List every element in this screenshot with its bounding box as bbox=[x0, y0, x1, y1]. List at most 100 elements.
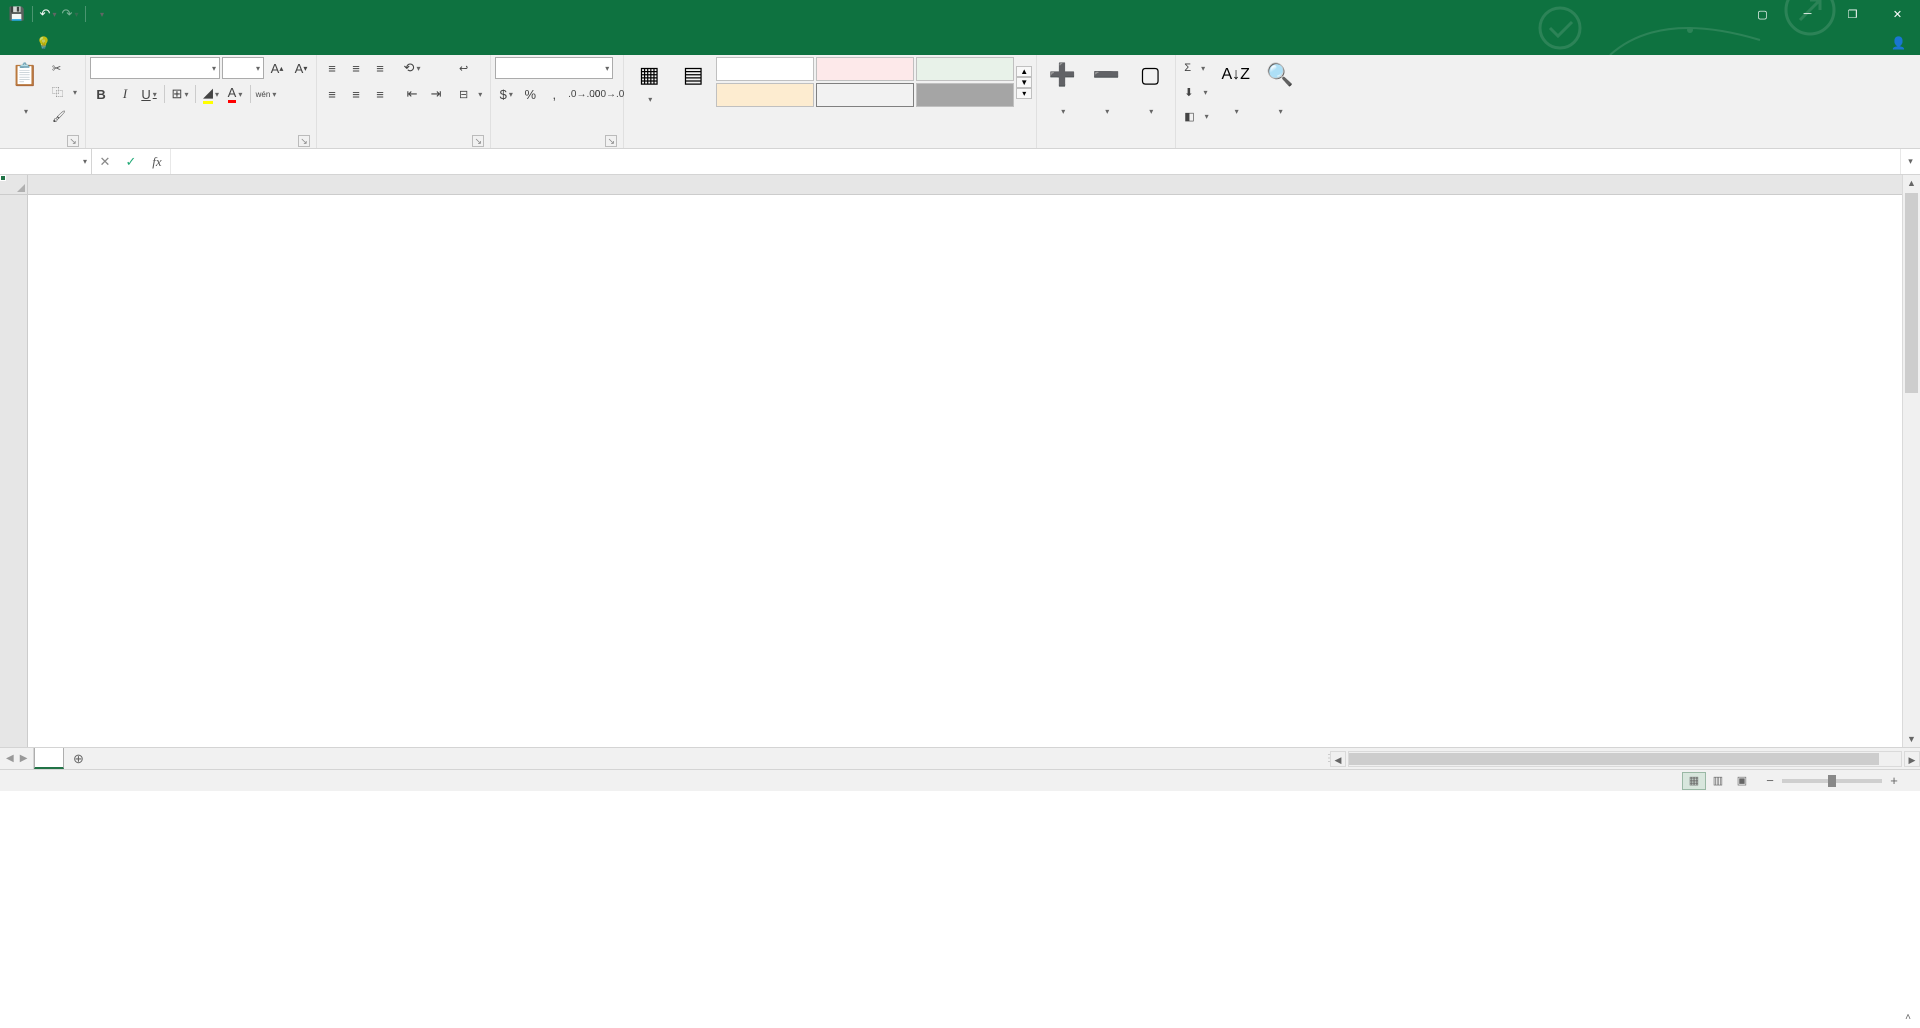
tab-file[interactable] bbox=[0, 30, 28, 55]
font-launcher[interactable]: ↘ bbox=[298, 135, 310, 147]
merge-center-button[interactable]: ⊟▾ bbox=[455, 83, 486, 105]
ribbon-display-options-icon[interactable]: ▢ bbox=[1740, 0, 1785, 28]
redo-icon[interactable]: ↷▾ bbox=[61, 5, 79, 23]
italic-button[interactable]: I bbox=[114, 83, 136, 105]
font-color-button[interactable]: A▾ bbox=[224, 83, 246, 105]
fill-button[interactable]: ⬇▾ bbox=[1180, 81, 1212, 103]
style-check[interactable] bbox=[916, 83, 1014, 107]
bold-button[interactable]: B bbox=[90, 83, 112, 105]
increase-font-icon[interactable]: A▴ bbox=[266, 57, 288, 79]
gallery-down-icon[interactable]: ▼ bbox=[1016, 77, 1032, 88]
delete-cells-icon: ➖ bbox=[1090, 59, 1122, 91]
formula-input[interactable] bbox=[171, 149, 1900, 174]
name-box[interactable]: ▾ bbox=[0, 149, 92, 174]
format-painter-button[interactable]: 🖌 bbox=[48, 105, 81, 127]
align-middle-icon[interactable]: ≡ bbox=[345, 57, 367, 79]
copy-button[interactable]: ⿻▾ bbox=[48, 81, 81, 103]
align-center-icon[interactable]: ≡ bbox=[345, 83, 367, 105]
align-top-icon[interactable]: ≡ bbox=[321, 57, 343, 79]
gallery-up-icon[interactable]: ▲ bbox=[1016, 66, 1032, 77]
scroll-right-icon[interactable]: ▶ bbox=[1904, 751, 1920, 767]
border-button[interactable]: ⊞▾ bbox=[169, 83, 191, 105]
view-page-layout-icon[interactable]: ▥ bbox=[1706, 772, 1730, 790]
zoom-out-button[interactable]: − bbox=[1762, 773, 1778, 788]
align-right-icon[interactable]: ≡ bbox=[369, 83, 391, 105]
h-scroll-thumb[interactable] bbox=[1349, 753, 1879, 765]
sort-filter-button[interactable]: A↓Z▾ bbox=[1215, 57, 1257, 118]
wrap-text-button[interactable]: ↩ bbox=[455, 57, 486, 79]
insert-function-icon[interactable]: fx bbox=[144, 149, 170, 174]
paste-button[interactable]: 📋 ▾ bbox=[4, 57, 46, 118]
fill-color-button[interactable]: ◢▾ bbox=[200, 83, 222, 105]
decrease-indent-icon[interactable]: ⇤ bbox=[401, 83, 423, 105]
sheet-nav-next-icon[interactable]: ▶ bbox=[20, 753, 28, 764]
cancel-formula-icon[interactable]: ✕ bbox=[92, 149, 118, 174]
accounting-format-icon[interactable]: $▾ bbox=[495, 83, 517, 105]
style-good[interactable] bbox=[916, 57, 1014, 81]
tell-me-search[interactable]: 💡 bbox=[36, 30, 55, 55]
decrease-font-icon[interactable]: A▾ bbox=[290, 57, 312, 79]
font-name-select[interactable]: ▾ bbox=[90, 57, 220, 79]
vertical-scrollbar[interactable]: ▲ ▼ bbox=[1902, 175, 1920, 747]
enter-formula-icon[interactable]: ✓ bbox=[118, 149, 144, 174]
align-bottom-icon[interactable]: ≡ bbox=[369, 57, 391, 79]
fill-handle[interactable] bbox=[0, 175, 6, 181]
scroll-up-icon[interactable]: ▲ bbox=[1903, 175, 1920, 191]
collapse-ribbon-icon[interactable]: ˄ bbox=[1900, 1012, 1916, 1026]
view-normal-icon[interactable]: ▦ bbox=[1682, 772, 1706, 790]
formula-bar: ▾ ✕ ✓ fx ▾ bbox=[0, 149, 1920, 175]
share-button[interactable]: 👤 bbox=[1891, 30, 1910, 55]
cut-button[interactable]: ✂ bbox=[48, 57, 81, 79]
scroll-left-icon[interactable]: ◀ bbox=[1330, 751, 1346, 767]
comma-format-icon[interactable]: , bbox=[543, 83, 565, 105]
clipboard-launcher[interactable]: ↘ bbox=[67, 135, 79, 147]
v-scroll-thumb[interactable] bbox=[1905, 193, 1918, 393]
ribbon: 📋 ▾ ✂ ⿻▾ 🖌 ↘ ▾ ▾ A▴ A▾ B I U▾ bbox=[0, 55, 1920, 149]
minimize-button[interactable]: ─ bbox=[1785, 0, 1830, 28]
zoom-control: − + bbox=[1762, 773, 1912, 788]
style-bad[interactable] bbox=[816, 57, 914, 81]
gallery-more-icon[interactable]: ▾ bbox=[1016, 88, 1032, 99]
conditional-format-button[interactable]: ▦ ▾ bbox=[628, 57, 670, 106]
scroll-down-icon[interactable]: ▼ bbox=[1903, 731, 1920, 747]
sheet-nav-prev-icon[interactable]: ◀ bbox=[6, 753, 14, 764]
format-cells-button[interactable]: ▢▾ bbox=[1129, 57, 1171, 118]
font-size-select[interactable]: ▾ bbox=[222, 57, 264, 79]
style-neutral[interactable] bbox=[716, 83, 814, 107]
expand-formula-bar-icon[interactable]: ▾ bbox=[1900, 149, 1920, 174]
maximize-button[interactable]: ❐ bbox=[1830, 0, 1875, 28]
horizontal-scrollbar[interactable]: ◀ ▶ bbox=[1330, 748, 1920, 769]
phonetic-guide-button[interactable]: wén▾ bbox=[255, 83, 277, 105]
save-icon[interactable]: 💾 bbox=[8, 5, 26, 23]
insert-cells-button[interactable]: ➕▾ bbox=[1041, 57, 1083, 118]
orientation-icon[interactable]: ⟲▾ bbox=[401, 57, 423, 79]
format-cells-icon: ▢ bbox=[1134, 59, 1166, 91]
find-select-button[interactable]: 🔍▾ bbox=[1259, 57, 1301, 118]
qat-customize-icon[interactable]: ▾ bbox=[92, 5, 110, 23]
number-launcher[interactable]: ↘ bbox=[605, 135, 617, 147]
paste-icon: 📋 bbox=[9, 59, 41, 91]
decrease-decimal-icon[interactable]: .00→.0 bbox=[597, 83, 619, 105]
undo-icon[interactable]: ↶▾ bbox=[39, 5, 57, 23]
view-page-break-icon[interactable]: ▣ bbox=[1730, 772, 1754, 790]
increase-indent-icon[interactable]: ⇥ bbox=[425, 83, 447, 105]
spreadsheet-grid[interactable]: ▲ ▼ bbox=[0, 175, 1920, 747]
zoom-in-button[interactable]: + bbox=[1886, 773, 1902, 788]
status-bar: ▦ ▥ ▣ − + bbox=[0, 769, 1920, 791]
percent-format-icon[interactable]: % bbox=[519, 83, 541, 105]
close-button[interactable]: ✕ bbox=[1875, 0, 1920, 28]
new-sheet-button[interactable]: ⊕ bbox=[64, 748, 92, 769]
sheet-tab-active[interactable] bbox=[34, 748, 64, 769]
format-as-table-button[interactable]: ▤ bbox=[672, 57, 714, 93]
delete-cells-button[interactable]: ➖▾ bbox=[1085, 57, 1127, 118]
align-left-icon[interactable]: ≡ bbox=[321, 83, 343, 105]
style-calc[interactable] bbox=[816, 83, 914, 107]
number-format-select[interactable]: ▾ bbox=[495, 57, 613, 79]
alignment-launcher[interactable]: ↘ bbox=[472, 135, 484, 147]
zoom-slider[interactable] bbox=[1782, 779, 1882, 783]
cells-area[interactable] bbox=[28, 195, 1902, 747]
autosum-button[interactable]: Σ▾ bbox=[1180, 57, 1212, 79]
style-normal[interactable] bbox=[716, 57, 814, 81]
underline-button[interactable]: U▾ bbox=[138, 83, 160, 105]
clear-button[interactable]: ◧▾ bbox=[1180, 105, 1212, 127]
